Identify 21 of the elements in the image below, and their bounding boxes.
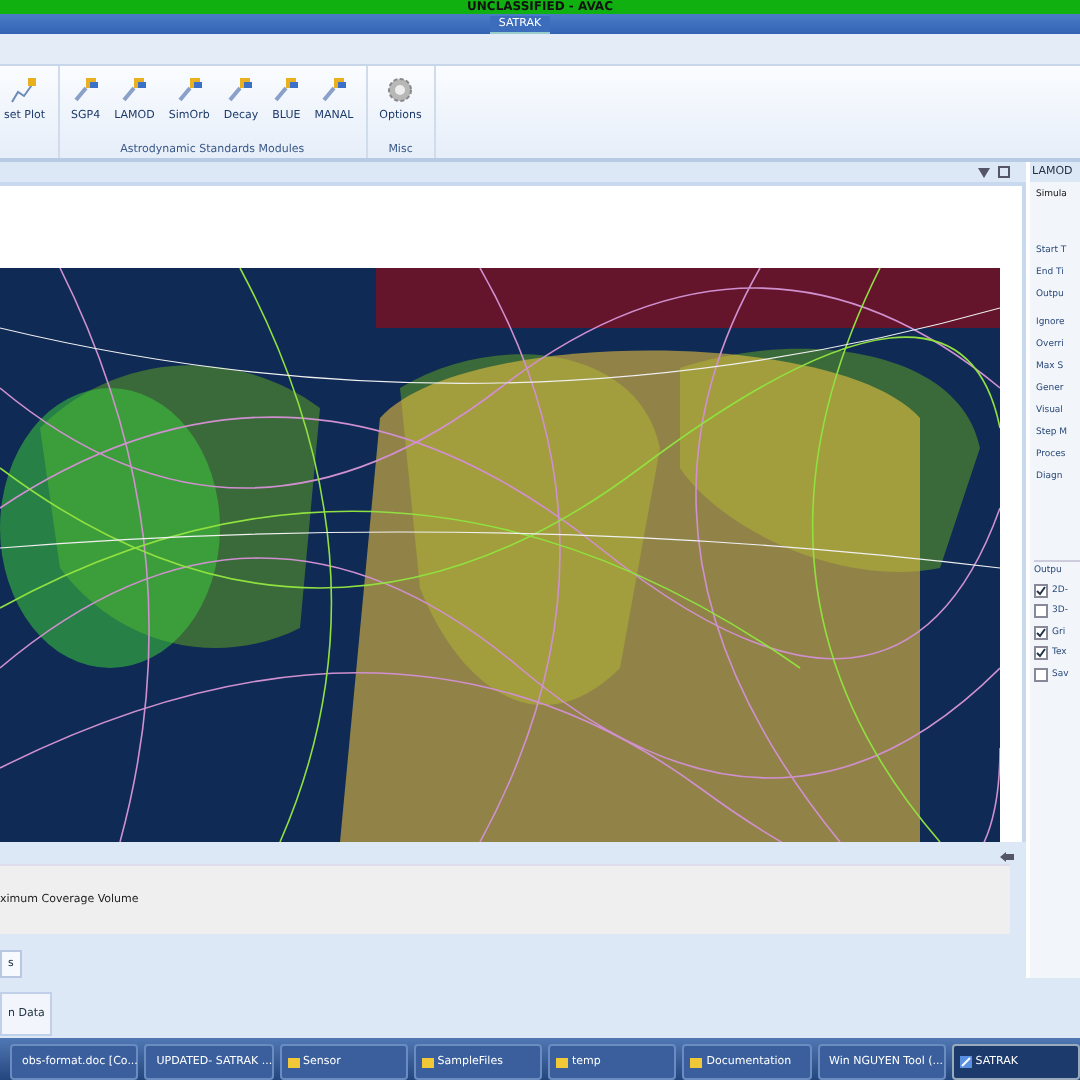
maximize-icon[interactable] [998,166,1010,178]
folder-icon [287,1056,299,1068]
checkmark-icon [1036,585,1046,596]
checkbox[interactable] [1034,625,1048,640]
folder-icon [690,1056,703,1068]
chart-icon [10,76,39,104]
satellite-icon [226,76,255,104]
checkbox[interactable] [1034,604,1048,619]
satellite-icon [175,76,204,104]
satellite-icon [319,76,348,104]
gear-icon [386,76,415,104]
app-icon [959,1056,972,1068]
dropdown-icon[interactable] [978,167,990,177]
folder-icon [556,1056,568,1068]
checkbox[interactable] [1034,583,1048,598]
folder-icon [421,1056,434,1068]
checkbox[interactable] [1034,646,1048,661]
checkbox[interactable] [1034,667,1048,682]
satellite-icon [71,76,100,104]
satellite-icon [120,76,149,104]
satellite-icon [272,76,301,104]
